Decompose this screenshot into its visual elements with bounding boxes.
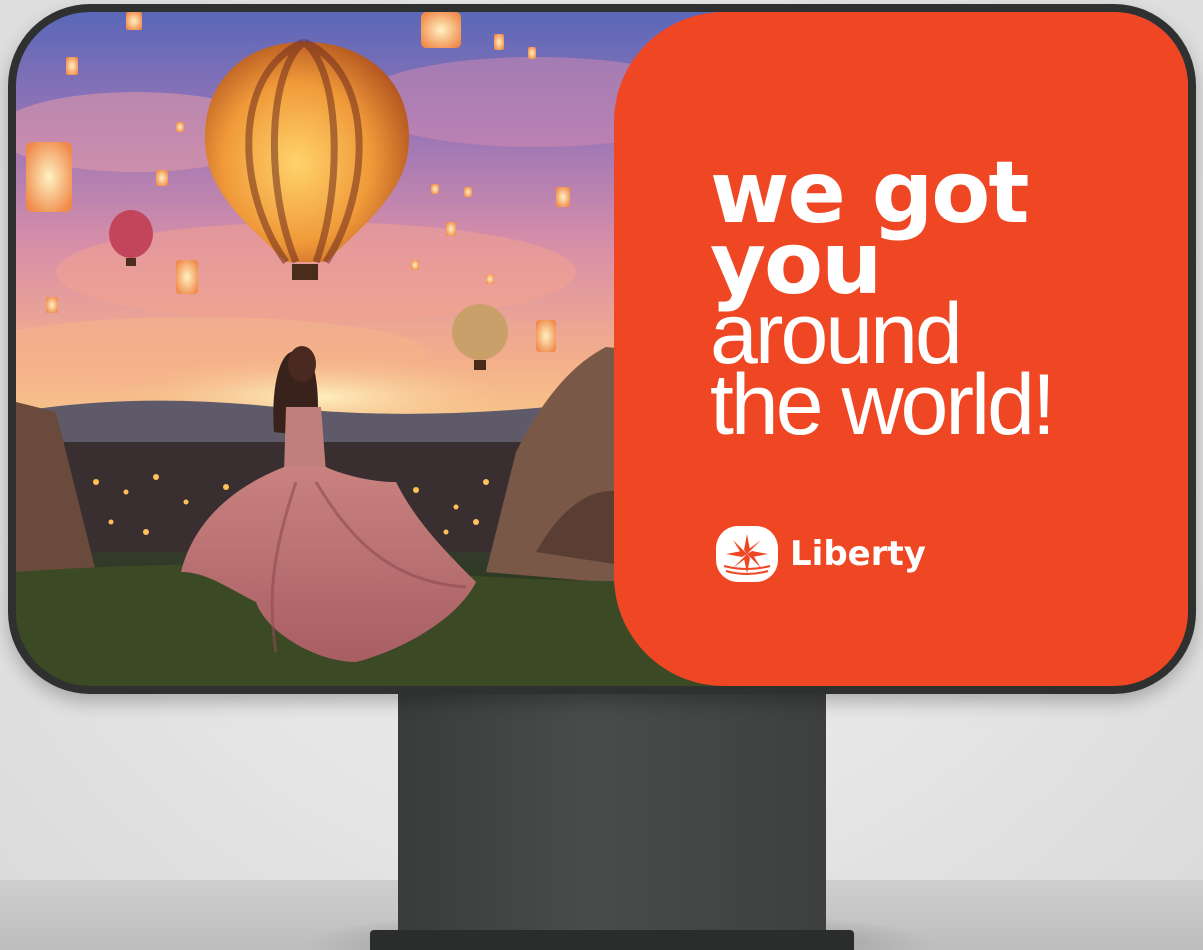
headline: we got you around the world! [710, 150, 1056, 453]
billboard-stand-base [370, 930, 854, 950]
liberty-star-icon [716, 526, 778, 582]
hot-air-balloon-icon [452, 304, 508, 370]
travel-photo-scene [16, 12, 716, 686]
headline-line-4: the world! [710, 356, 1056, 453]
liberty-logo: Liberty [716, 526, 926, 582]
billboard-stand [398, 688, 826, 933]
brand-name: Liberty [790, 534, 926, 574]
